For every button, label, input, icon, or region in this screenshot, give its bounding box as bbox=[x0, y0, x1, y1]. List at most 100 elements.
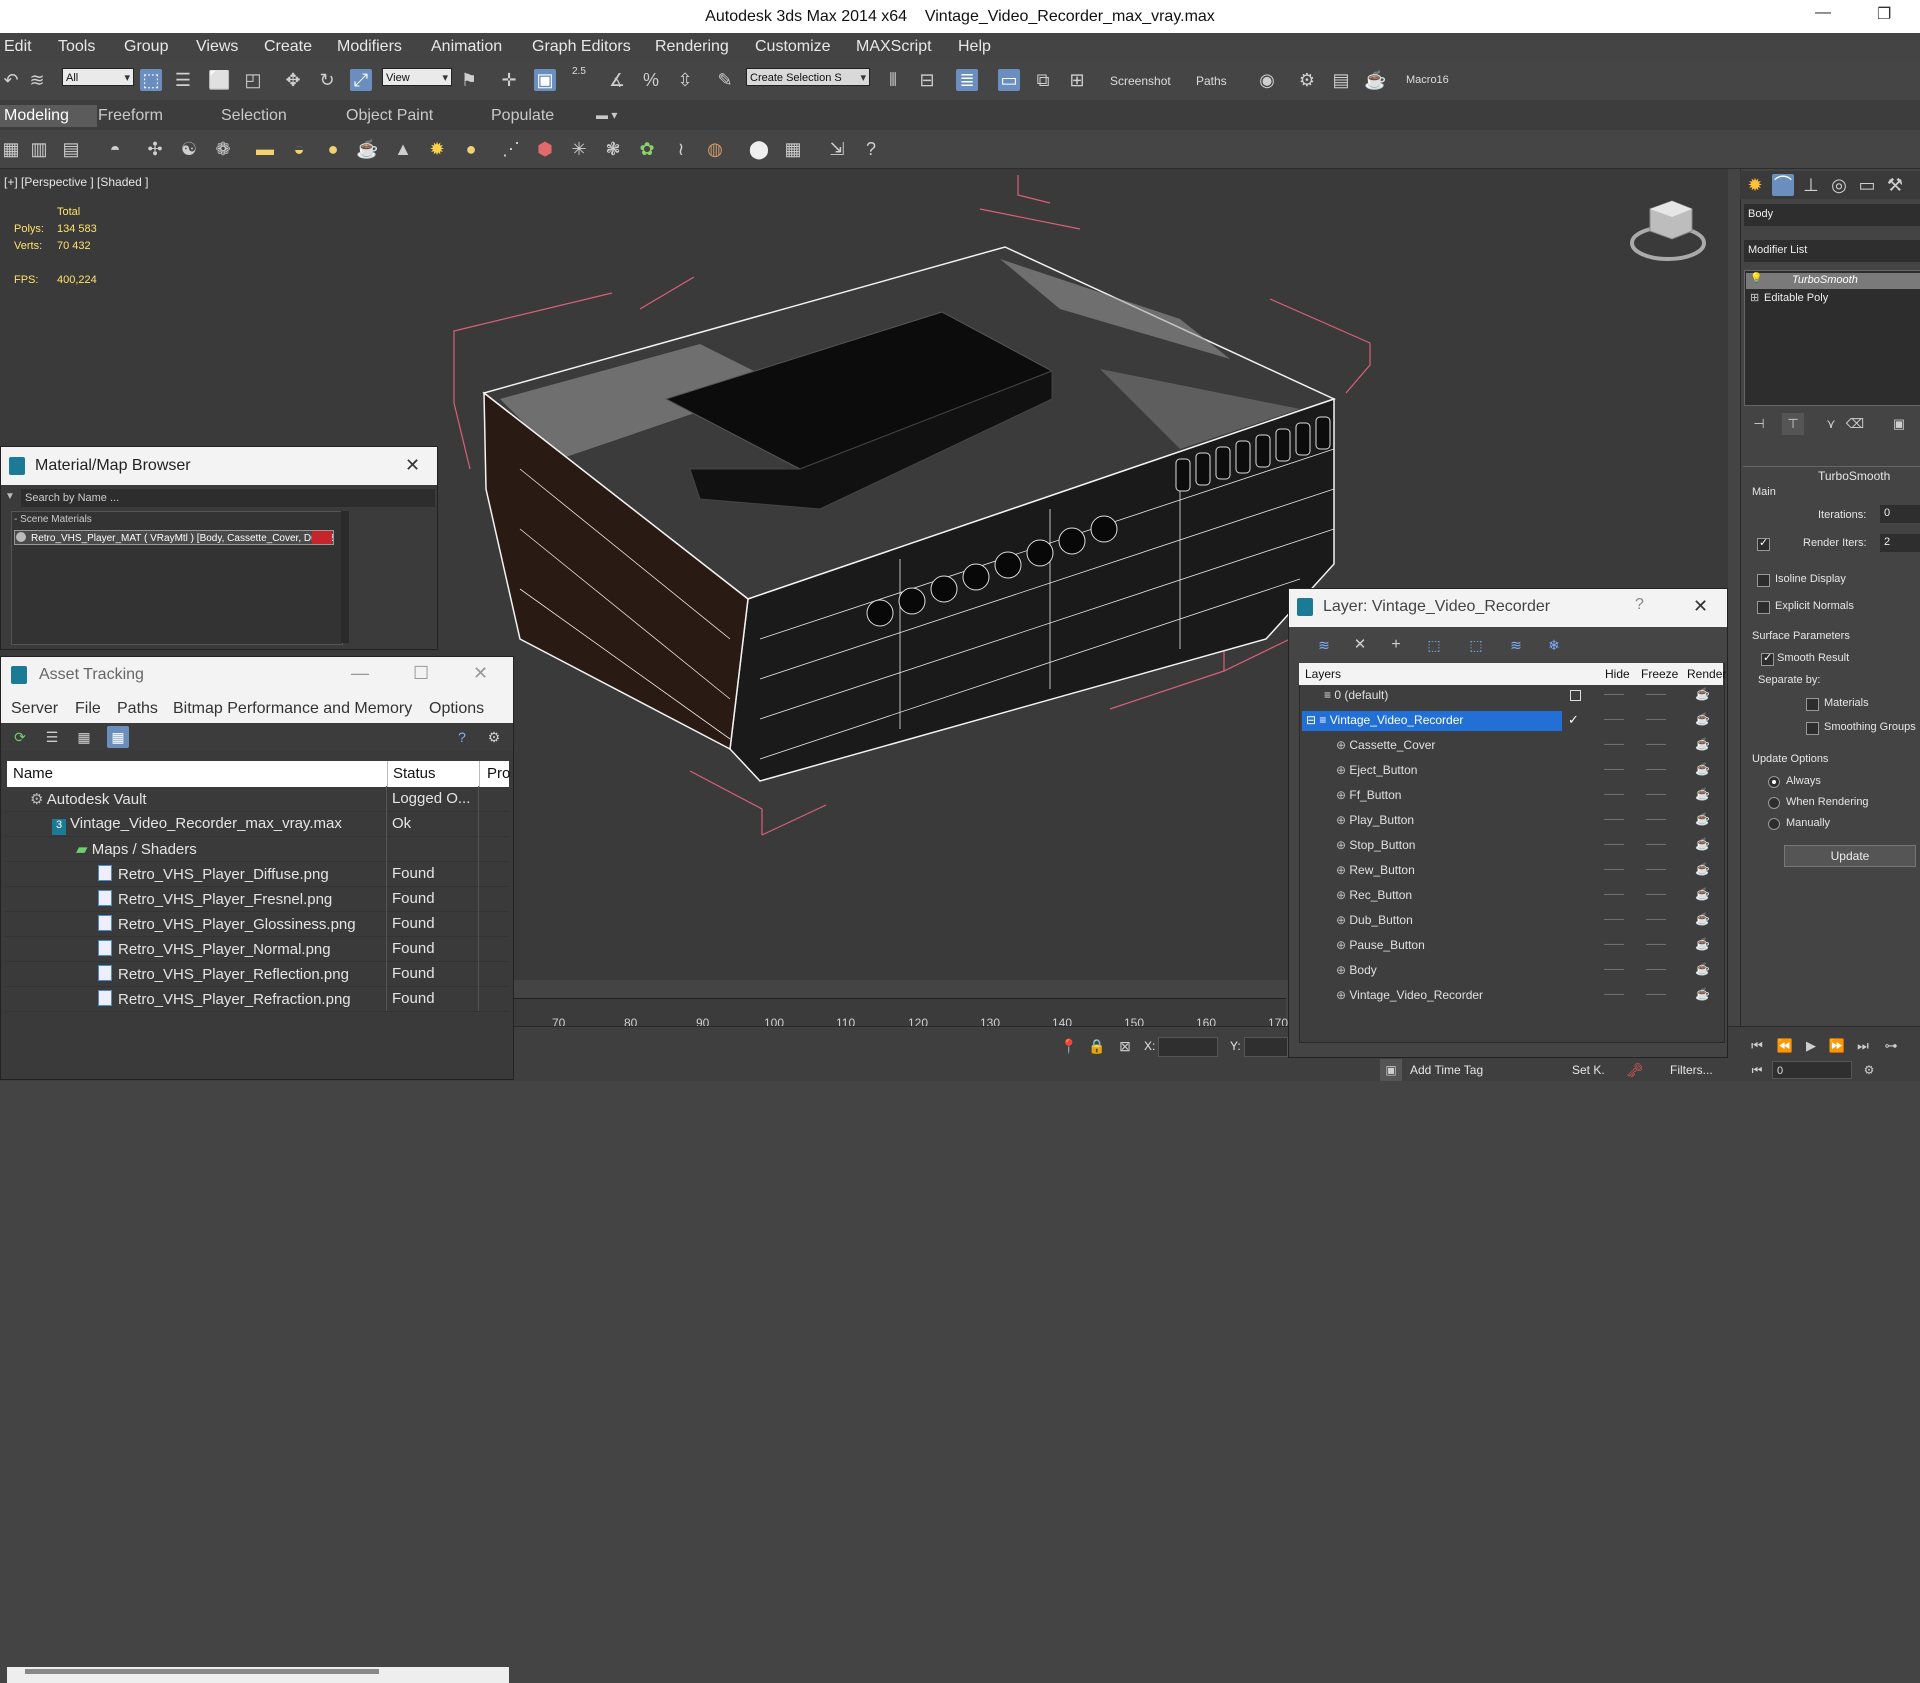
menu-create[interactable]: Create bbox=[264, 38, 312, 56]
hide-toggle[interactable]: —— bbox=[1604, 914, 1624, 925]
layer-row[interactable]: ⊕ Ff_Button —— —— ☕ bbox=[1300, 784, 1725, 809]
hide-toggle[interactable]: —— bbox=[1604, 839, 1624, 850]
column-layers[interactable]: Layers bbox=[1305, 667, 1341, 681]
material-browser-titlebar[interactable]: Material/Map Browser ✕ bbox=[1, 447, 437, 485]
hide-toggle[interactable]: —— bbox=[1604, 864, 1624, 875]
table-row[interactable]: Retro_VHS_Player_Fresnel.png Found bbox=[6, 886, 508, 912]
chevron-down-icon[interactable]: ▼ bbox=[5, 491, 15, 502]
manipulate-icon[interactable]: ✛ bbox=[498, 69, 520, 91]
render-frame-icon[interactable]: ▥ bbox=[28, 138, 50, 160]
scene-explorer-icon[interactable]: ▤ bbox=[60, 138, 82, 160]
layer-row[interactable]: ⊕ Rec_Button —— —— ☕ bbox=[1300, 884, 1725, 909]
next-frame-icon[interactable]: ⏩ bbox=[1826, 1035, 1848, 1057]
column-freeze[interactable]: Freeze bbox=[1641, 667, 1678, 681]
render-teapot-icon[interactable]: ☕ bbox=[1695, 737, 1710, 751]
maximize-icon[interactable]: ❐ bbox=[1877, 4, 1891, 24]
table-view-icon[interactable]: ▦ bbox=[73, 726, 95, 748]
table-row[interactable]: Retro_VHS_Player_Diffuse.png Found bbox=[6, 861, 508, 887]
snap-value[interactable]: 2.5 bbox=[572, 66, 586, 77]
scene-materials-section[interactable]: - Scene Materials bbox=[14, 514, 92, 525]
add-time-tag-button[interactable]: Add Time Tag bbox=[1410, 1063, 1483, 1077]
render-teapot-icon[interactable]: ☕ bbox=[1695, 812, 1710, 826]
pivot-center-icon[interactable]: ⚑ bbox=[458, 69, 480, 91]
screenshot-button[interactable]: Screenshot bbox=[1110, 74, 1171, 88]
modify-tab-icon[interactable]: ⌒ bbox=[1772, 174, 1794, 196]
menu-tools[interactable]: Tools bbox=[58, 38, 95, 56]
freeze-toggle[interactable]: —— bbox=[1646, 839, 1666, 850]
freeze-toggle[interactable]: —— bbox=[1646, 914, 1666, 925]
freeze-toggle[interactable]: —— bbox=[1646, 814, 1666, 825]
y-coordinate-field[interactable] bbox=[1244, 1037, 1288, 1057]
hierarchy-tab-icon[interactable]: ⊥ bbox=[1800, 174, 1822, 196]
reference-coordinate-dropdown[interactable]: View ▾ bbox=[382, 68, 452, 86]
table-row[interactable]: Retro_VHS_Player_Reflection.png Found bbox=[6, 961, 508, 987]
freeze-toggle[interactable]: —— bbox=[1646, 989, 1666, 1000]
render-setup-icon[interactable]: ⚙ bbox=[1296, 69, 1318, 91]
link-icon[interactable]: ≋ bbox=[26, 69, 48, 91]
tab-object-paint[interactable]: Object Paint bbox=[346, 107, 433, 125]
play-icon[interactable]: ▶ bbox=[1800, 1035, 1822, 1057]
render-teapot-icon[interactable]: ☕ bbox=[1695, 912, 1710, 926]
highlight-layer-icon[interactable]: ⬚ bbox=[1465, 634, 1487, 656]
sun-icon[interactable]: ✹ bbox=[426, 138, 448, 160]
key-icon[interactable]: 🗝 bbox=[1624, 1059, 1646, 1081]
go-to-start-icon[interactable]: ⏮ bbox=[1746, 1035, 1768, 1057]
table-row[interactable]: 3 Vintage_Video_Recorder_max_vray.max Ok bbox=[6, 811, 508, 837]
fur-icon[interactable]: ⋰ bbox=[500, 138, 522, 160]
layer-row-selected[interactable]: ⊟ ≡ Vintage_Video_Recorder ✓ —— —— ☕ bbox=[1300, 709, 1725, 734]
manually-radio[interactable] bbox=[1768, 818, 1780, 830]
hide-toggle[interactable]: —— bbox=[1604, 989, 1624, 1000]
freeze-toggle[interactable]: —— bbox=[1646, 714, 1666, 725]
key-mode-icon[interactable]: ⊶ bbox=[1880, 1035, 1902, 1057]
grid-view-icon[interactable]: ▦ bbox=[107, 726, 129, 748]
lock-icon[interactable]: 🔒 bbox=[1086, 1035, 1108, 1057]
render-teapot-icon[interactable]: ☕ bbox=[1695, 762, 1710, 776]
freeze-toggle[interactable]: —— bbox=[1646, 964, 1666, 975]
column-proxy[interactable]: Pro bbox=[487, 765, 510, 782]
render-teapot-icon[interactable]: ☕ bbox=[1695, 937, 1710, 951]
ribbon-options-icon[interactable]: ▬ ▾ bbox=[596, 108, 617, 122]
menu-modifiers[interactable]: Modifiers bbox=[337, 38, 402, 56]
remove-modifier-icon[interactable]: ⌫ bbox=[1844, 413, 1866, 435]
modifier-stack-item-editable-poly[interactable]: ⊞ Editable Poly bbox=[1746, 291, 1920, 307]
delete-layer-icon[interactable]: ✕ bbox=[1349, 634, 1371, 656]
material-editor-icon[interactable]: ◉ bbox=[1256, 69, 1278, 91]
set-key-button[interactable]: Set K. bbox=[1572, 1063, 1605, 1077]
explicit-normals-checkbox[interactable] bbox=[1757, 601, 1770, 614]
freeze-toggle[interactable]: —— bbox=[1646, 889, 1666, 900]
material-search-field[interactable]: Search by Name ... bbox=[21, 489, 435, 507]
render-teapot-icon[interactable]: ☕ bbox=[1695, 787, 1710, 801]
edit-named-selection-icon[interactable]: ✎ bbox=[714, 69, 736, 91]
help-icon[interactable]: ? bbox=[860, 138, 882, 160]
render-teapot-icon[interactable]: ☕ bbox=[1695, 837, 1710, 851]
pin-stack-icon[interactable]: ⊣ bbox=[1748, 413, 1770, 435]
move-icon[interactable]: ✥ bbox=[282, 69, 304, 91]
maximize-icon[interactable]: ☐ bbox=[413, 663, 429, 684]
materials-checkbox[interactable] bbox=[1806, 698, 1819, 711]
hide-toggle[interactable]: —— bbox=[1604, 714, 1624, 725]
biped-icon[interactable]: ☯ bbox=[178, 138, 200, 160]
column-status[interactable]: Status bbox=[393, 765, 436, 782]
menu-views[interactable]: Views bbox=[196, 38, 238, 56]
macro-button[interactable]: Macro16 bbox=[1406, 74, 1449, 86]
omni-light-icon[interactable]: ● bbox=[460, 138, 482, 160]
ribbon-toggle-icon[interactable]: ▭ bbox=[998, 69, 1020, 91]
update-button[interactable]: Update bbox=[1784, 845, 1916, 867]
spinner-snap-icon[interactable]: ⇳ bbox=[674, 69, 696, 91]
frame-buffer-icon[interactable]: ▦ bbox=[782, 138, 804, 160]
freeze-toggle[interactable]: —— bbox=[1646, 789, 1666, 800]
schematic-view-icon[interactable]: ⊞ bbox=[1066, 69, 1088, 91]
iterations-input[interactable]: 0 bbox=[1880, 505, 1920, 523]
filters-button[interactable]: Filters... bbox=[1670, 1063, 1713, 1077]
smoothing-groups-checkbox[interactable] bbox=[1806, 722, 1819, 735]
add-to-layer-icon[interactable]: + bbox=[1385, 634, 1407, 656]
layer-icon[interactable]: ▦ bbox=[0, 138, 22, 160]
layer-row[interactable]: ⊕ Play_Button —— —— ☕ bbox=[1300, 809, 1725, 834]
menu-paths[interactable]: Paths bbox=[117, 700, 158, 718]
hemisphere-icon[interactable]: ◒ bbox=[288, 138, 310, 160]
material-item[interactable]: Retro_VHS_Player_MAT ( VRayMtl ) [Body, … bbox=[14, 530, 334, 545]
configure-sets-icon[interactable]: ▣ bbox=[1888, 413, 1910, 435]
scrollbar[interactable] bbox=[341, 511, 349, 643]
table-row[interactable]: ⚙ Autodesk Vault Logged O... bbox=[6, 786, 508, 812]
sphere-icon[interactable]: ● bbox=[322, 138, 344, 160]
